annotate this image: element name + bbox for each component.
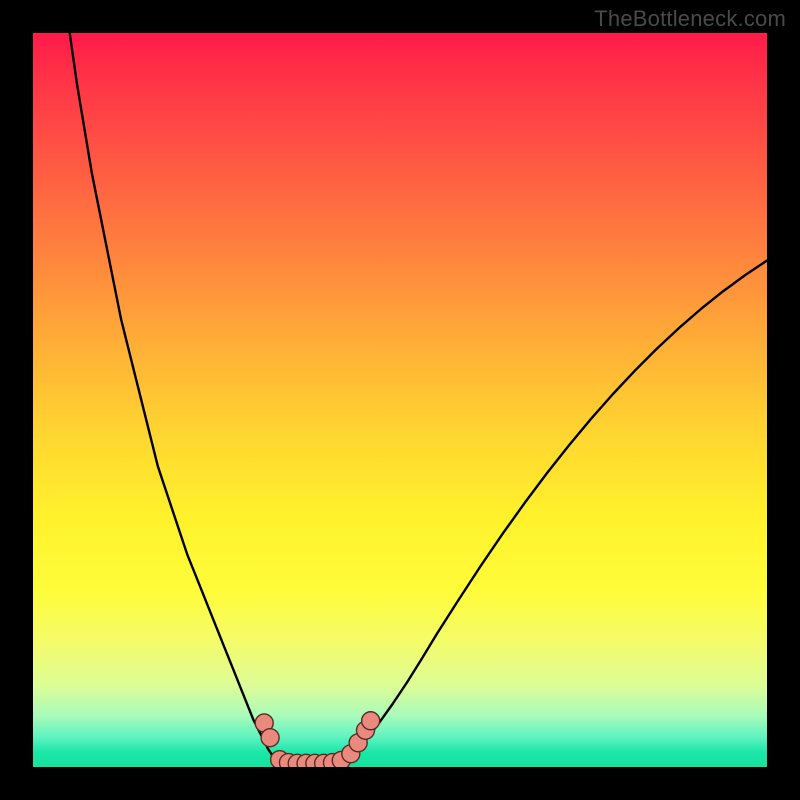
bottleneck-curve (70, 33, 767, 767)
v-curve-path (70, 33, 767, 767)
attribution-text: TheBottleneck.com (594, 6, 786, 32)
curve-markers (255, 712, 379, 767)
plot-area (33, 33, 767, 767)
chart-stage: TheBottleneck.com (0, 0, 800, 800)
curve-layer (33, 33, 767, 767)
curve-marker (261, 729, 279, 747)
curve-marker (362, 712, 380, 730)
